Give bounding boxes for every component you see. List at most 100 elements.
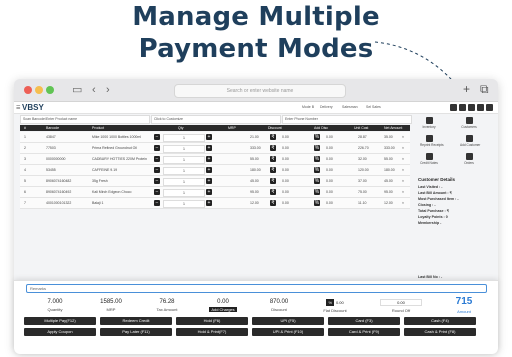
maximize-dot-icon[interactable] [46,86,54,94]
qty-input[interactable]: 1 [163,145,205,153]
inventory-button[interactable]: Inventory [420,117,438,129]
pay-button-row1-5[interactable]: Cash (F4) [404,317,476,325]
discount-type-icon[interactable]: ₹ [270,200,276,206]
tabs-overview-icon[interactable]: ⧉ [480,82,489,97]
add-disc-type-icon[interactable]: % [314,156,320,162]
pay-button-row2-3[interactable]: UPI & Print (F10) [252,328,324,336]
round-off-stat[interactable]: 0.00 Round Off [370,299,432,313]
sidebar-toggle-icon[interactable]: ▭ [72,83,82,97]
qty-input[interactable]: 1 [163,156,205,164]
remove-row-icon[interactable]: × [402,198,404,208]
pay-button-row1-1[interactable]: Redeem Credit [100,317,172,325]
qty-decrease-button[interactable]: − [154,156,160,162]
qty-increase-button[interactable]: + [206,189,212,195]
percent-toggle-icon[interactable]: % [326,299,335,306]
close-dot-icon[interactable] [24,86,32,94]
pay-button-row2-5[interactable]: Cash & Print (F8) [404,328,476,336]
mode-label[interactable]: Mode B [302,105,314,109]
qty-increase-button[interactable]: + [206,156,212,162]
last-bill-no: Last Bill No : - [418,275,443,279]
delivery-label[interactable]: Delivery [320,105,333,109]
sales-select[interactable]: Sel Sales [366,105,381,109]
reprint-button[interactable]: Reprint Receipts [420,135,444,147]
product-search-input[interactable]: Scan Barcode/Enter Product name [20,115,150,124]
phone-input[interactable]: Enter Phone Number [282,115,412,124]
qty-decrease-button[interactable]: − [154,167,160,173]
qty-input[interactable]: 1 [163,167,205,175]
toolbar-icon-3[interactable] [468,104,475,111]
qty-decrease-button[interactable]: − [154,200,160,206]
discount-type-icon[interactable]: ₹ [270,167,276,173]
add-charges-stat[interactable]: 0.00 Add Charges [192,299,254,312]
salesman-label[interactable]: Salesman [342,105,358,109]
add-disc-type-icon[interactable]: % [314,134,320,140]
qty-input[interactable]: 1 [163,200,205,208]
qty-increase-button[interactable]: + [206,145,212,151]
table-row[interactable]: 4 53455 CAFFEINE 9.19 180.00 0.00 0.00 120.00 1… [20,165,410,176]
qty-increase-button[interactable]: + [206,178,212,184]
url-bar[interactable]: Search or enter website name [174,84,346,98]
table-row[interactable]: 1 43847 Mike 1000 1000 Bottles 1000ml 21.00… [20,132,410,143]
customer-select[interactable]: Click to Customize [151,115,281,124]
discount-type-icon[interactable]: ₹ [270,189,276,195]
add-disc-type-icon[interactable]: % [314,167,320,173]
flat-discount-stat[interactable]: % 0.00 Flat Discount [304,299,366,313]
qty-input[interactable]: 1 [163,189,205,197]
cust-field-4: Closing : - [418,203,436,207]
add-customer-button[interactable]: Add Customer [460,135,480,147]
qty-input[interactable]: 1 [163,178,205,186]
pay-button-row1-0[interactable]: Multiple Pay(F12) [24,317,96,325]
col-discount: Discount [268,126,282,130]
minimize-dot-icon[interactable] [35,86,43,94]
table-row[interactable]: 3 0000000000 CADBURY HOTTIES 220M Protein 5… [20,154,410,165]
remove-row-icon[interactable]: × [402,176,404,186]
remove-row-icon[interactable]: × [402,187,404,197]
qty-increase-button[interactable]: + [206,134,212,140]
toolbar-icon-4[interactable] [477,104,484,111]
qty-increase-button[interactable]: + [206,200,212,206]
discount-type-icon[interactable]: ₹ [270,145,276,151]
toolbar-icon-1[interactable] [450,104,457,111]
table-row[interactable]: 2 77503 Prima Refined Groundnut Oil 333.00 0… [20,143,410,154]
toolbar-icon-2[interactable] [459,104,466,111]
pay-button-row1-3[interactable]: UPI (F5) [252,317,324,325]
pay-button-row2-4[interactable]: Card & Print (F9) [328,328,400,336]
pay-button-row1-4[interactable]: Card (F3) [328,317,400,325]
remove-row-icon[interactable]: × [402,154,404,164]
menu-icon[interactable]: ☰ [16,105,20,111]
qty-increase-button[interactable]: + [206,167,212,173]
qty-decrease-button[interactable]: − [154,189,160,195]
add-disc-type-icon[interactable]: % [314,178,320,184]
tax-stat: 76.28 Tax Amount [156,299,178,312]
cust-field-6: Loyalty Points : 0 [418,215,448,219]
forward-icon[interactable]: › [106,83,110,97]
new-tab-icon[interactable]: + [463,82,470,97]
remove-row-icon[interactable]: × [402,132,404,142]
qty-input[interactable]: 1 [163,134,205,142]
table-row[interactable]: 7 4001000101322 Balaji 1 12.00 0.00 0.00 11.10… [20,198,410,209]
toolbar-icon-5[interactable] [486,104,493,111]
qty-decrease-button[interactable]: − [154,134,160,140]
pay-button-row2-0[interactable]: Apply Coupon [24,328,96,336]
add-disc-type-icon[interactable]: % [314,145,320,151]
remove-row-icon[interactable]: × [402,165,404,175]
discount-type-icon[interactable]: ₹ [270,178,276,184]
add-disc-type-icon[interactable]: % [314,200,320,206]
discount-type-icon[interactable]: ₹ [270,156,276,162]
pay-button-row2-2[interactable]: Hold & Print(F7) [176,328,248,336]
qty-decrease-button[interactable]: − [154,178,160,184]
table-row[interactable]: 5 8906074160482 35g Fresh 45.00 0.00 0.00 37.0… [20,176,410,187]
table-row[interactable]: 6 8906074160492 Kali Mirch Edgeon Choco 95.… [20,187,410,198]
credit-notes-button[interactable]: Credit Notes [420,153,438,165]
discount-type-icon[interactable]: ₹ [270,134,276,140]
remove-row-icon[interactable]: × [402,143,404,153]
amount-label: Amount [457,309,471,314]
qty-decrease-button[interactable]: − [154,145,160,151]
remarks-input[interactable]: Remarks [26,284,487,293]
back-icon[interactable]: ‹ [92,83,96,97]
orders-button[interactable]: Orders [460,153,478,165]
customers-button[interactable]: Customers [460,117,478,129]
add-disc-type-icon[interactable]: % [314,189,320,195]
pay-button-row2-1[interactable]: Pay Later (F11) [100,328,172,336]
pay-button-row1-2[interactable]: Hold (F6) [176,317,248,325]
